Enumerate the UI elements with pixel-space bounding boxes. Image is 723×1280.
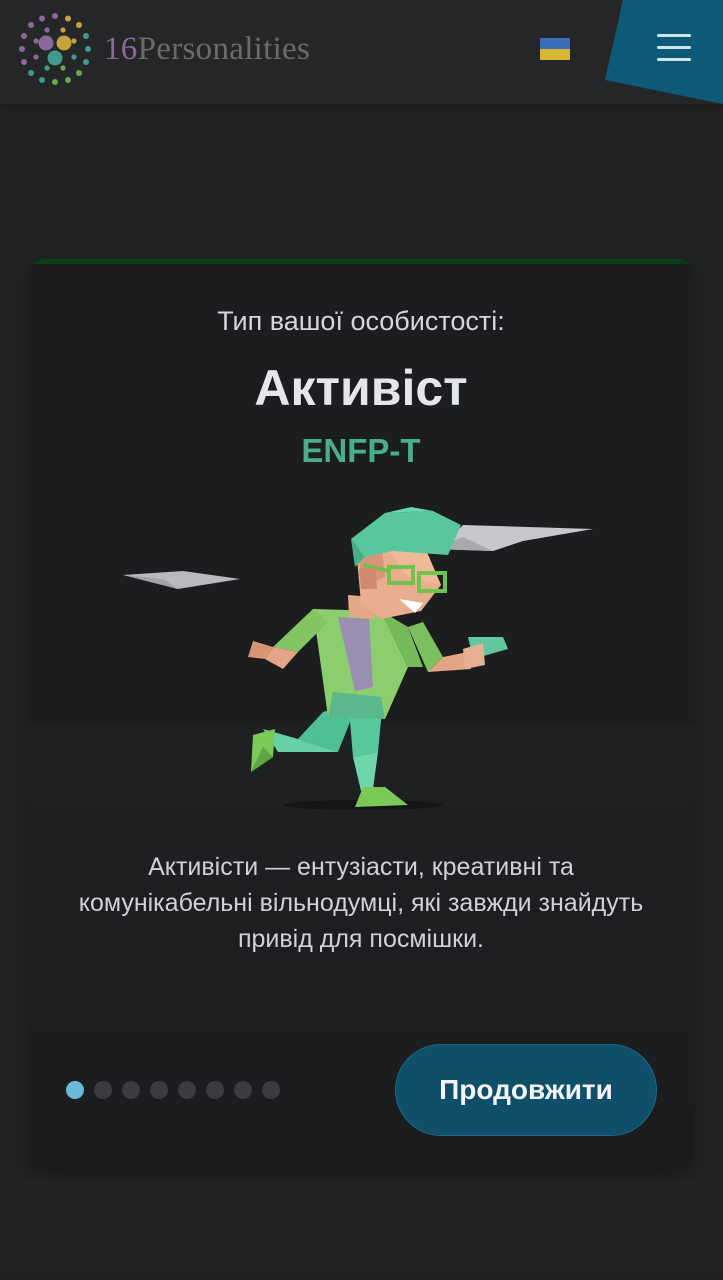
personality-type-code: ENFP-T <box>301 432 421 469</box>
pagination-dot[interactable] <box>150 1081 168 1099</box>
logo-word: Personalities <box>137 30 311 67</box>
logo-number: 16 <box>104 30 138 67</box>
card-accent-line <box>28 259 694 264</box>
logo-dots-icon <box>19 13 91 85</box>
running-activist-character-illustration <box>123 507 593 810</box>
result-subtitle: Тип вашої особистості: <box>217 306 505 336</box>
site-header: 16Personalities <box>0 0 723 104</box>
pagination-dot[interactable] <box>122 1081 140 1099</box>
site-logo[interactable]: 16Personalities <box>18 12 310 86</box>
pagination-dot[interactable] <box>178 1081 196 1099</box>
pagination-dot[interactable] <box>262 1081 280 1099</box>
logo-text: 16Personalities <box>104 31 310 68</box>
pagination-dot[interactable] <box>66 1081 84 1099</box>
ukraine-flag-icon[interactable] <box>540 38 570 60</box>
pagination-dot[interactable] <box>94 1081 112 1099</box>
pagination-dot[interactable] <box>234 1081 252 1099</box>
personality-result-card: Тип вашої особистості: Активіст ENFP-T А… <box>28 259 694 1171</box>
personality-description: Активісти — ентузіасти, креативні та ком… <box>78 853 644 953</box>
pagination-dots <box>66 1081 280 1099</box>
hamburger-menu-icon[interactable] <box>657 32 691 62</box>
continue-button[interactable]: Продовжити <box>395 1044 657 1136</box>
pagination-dot[interactable] <box>206 1081 224 1099</box>
personality-type-name: Активіст <box>254 360 468 416</box>
